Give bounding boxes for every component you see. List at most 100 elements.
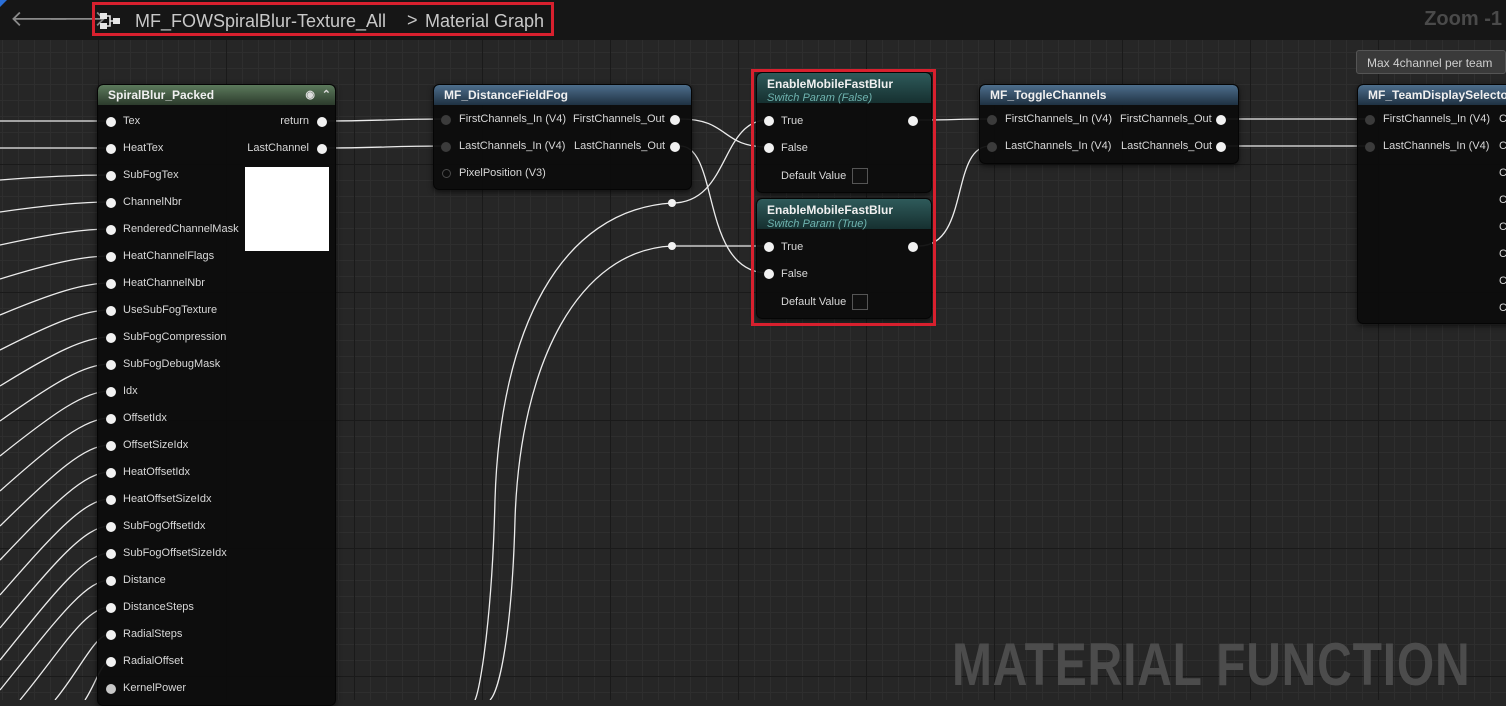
input-pin[interactable] [1365,142,1375,152]
input-pin[interactable] [442,169,451,178]
pin-label: FirstChannels_Out [1120,113,1212,125]
input-pin[interactable] [106,414,116,424]
pin-label: Ch [1499,194,1506,206]
node-switch-param-false[interactable]: EnableMobileFastBlur Switch Param (False… [756,72,932,193]
node-header[interactable]: MF_DistanceFieldFog [434,85,691,105]
input-pin[interactable] [106,630,116,640]
input-pin[interactable] [106,549,116,559]
pin-label: FirstChannels_In (V4) [1383,113,1490,125]
input-pin[interactable] [106,441,116,451]
pin-label: UseSubFogTexture [123,304,218,316]
output-pin[interactable] [908,242,918,252]
node-header[interactable]: MF_TeamDisplaySelector [1358,85,1506,105]
output-pin[interactable] [670,142,680,152]
collapse-icon[interactable]: ⌃ [322,85,331,105]
pin-label: OffsetIdx [123,412,167,424]
input-pin[interactable] [106,144,116,154]
pin-label: RenderedChannelMask [123,223,239,235]
pin-label: LastChannels_In (V4) [1005,140,1112,152]
node-title: SpiralBlur_Packed [108,88,215,102]
pin-label: Idx [123,385,138,397]
node-title: EnableMobileFastBlur [767,77,894,91]
input-pin[interactable] [106,684,116,694]
pin-label: SubFogTex [123,169,179,181]
input-pin[interactable] [106,603,116,613]
input-pin[interactable] [106,657,116,667]
node-header[interactable]: SpiralBlur_Packed ◉ ⌃ [98,85,335,105]
pin-label: HeatChannelFlags [123,250,215,262]
pin-label: LastChannels_Out [1121,140,1213,152]
input-pin[interactable] [106,252,116,262]
output-pin[interactable] [317,117,327,127]
node-header[interactable]: EnableMobileFastBlur Switch Param (False… [757,73,931,104]
pin-label: SubFogOffsetIdx [123,520,206,532]
output-pin[interactable] [1216,142,1226,152]
node-switch-param-true[interactable]: EnableMobileFastBlur Switch Param (True)… [756,198,932,319]
pin-label: LastChannels_In (V4) [1383,140,1490,152]
node-header[interactable]: MF_ToggleChannels [980,85,1238,105]
pin-label: RadialSteps [123,628,183,640]
input-pin[interactable] [106,495,116,505]
output-pin[interactable] [670,115,680,125]
pin-label: HeatTex [123,142,164,154]
default-value-checkbox[interactable] [852,168,868,184]
input-pin[interactable] [441,115,451,125]
pin-label: HeatChannelNbr [123,277,205,289]
pin-label: HeatOffsetSizeIdx [123,493,212,505]
input-pin[interactable] [106,468,116,478]
input-pin[interactable] [764,242,774,252]
input-pin[interactable] [764,143,774,153]
node-header[interactable]: EnableMobileFastBlur Switch Param (True) [757,199,931,230]
pin-label: Ch [1499,302,1506,314]
input-pin[interactable] [987,115,997,125]
node-mf-distancefieldfog[interactable]: MF_DistanceFieldFog FirstChannels_In (V4… [433,84,692,190]
input-pin[interactable] [106,576,116,586]
pin-label: Ch [1499,167,1506,179]
pin-label: SubFogOffsetSizeIdx [123,547,227,559]
breadcrumb-asset[interactable]: MF_FOWSpiralBlur-Texture_All [135,11,386,32]
node-mf-teamdisplayselector[interactable]: MF_TeamDisplaySelector FirstChannels_In … [1357,84,1506,324]
default-value-checkbox[interactable] [852,294,868,310]
input-pin[interactable] [106,171,116,181]
arrow-left-icon[interactable]: 🡐 [10,6,69,32]
node-subtitle: Switch Param (False) [767,92,873,104]
pin-label: LastChannels_In (V4) [459,140,566,152]
output-pin[interactable] [908,116,918,126]
breadcrumb-graph[interactable]: Material Graph [425,11,544,32]
breadcrumb-separator: > [407,10,418,30]
pin-label: False [781,268,808,280]
pin-label: FirstChannels_In (V4) [1005,113,1112,125]
output-pin[interactable] [1216,115,1226,125]
pin-label: OffsetSizeIdx [123,439,189,451]
pin-label: PixelPosition (V3) [459,167,546,179]
input-pin[interactable] [106,279,116,289]
pin-label: return [280,115,309,127]
texture-preview [245,167,329,251]
input-pin[interactable] [764,116,774,126]
graph-icon [100,13,120,29]
input-pin[interactable] [106,198,116,208]
input-pin[interactable] [987,142,997,152]
node-title: MF_ToggleChannels [990,88,1107,102]
node-title: MF_DistanceFieldFog [444,88,569,102]
node-spiralblur-packed[interactable]: SpiralBlur_Packed ◉ ⌃ Tex HeatTex SubFogTe… [97,84,336,706]
input-pin[interactable] [441,142,451,152]
input-pin[interactable] [106,333,116,343]
input-pin[interactable] [106,117,116,127]
input-pin[interactable] [1365,115,1375,125]
node-mf-togglechannels[interactable]: MF_ToggleChannels FirstChannels_In (V4) … [979,84,1239,164]
zoom-level: Zoom -1 [1424,8,1502,30]
pin-label: Default Value [781,296,847,308]
arrow-right-icon[interactable]: 🡒 [48,6,107,32]
input-pin[interactable] [764,269,774,279]
input-pin[interactable] [106,360,116,370]
output-pin[interactable] [317,144,327,154]
input-pin[interactable] [106,387,116,397]
node-title: MF_TeamDisplaySelector [1368,88,1506,102]
input-pin[interactable] [106,306,116,316]
pin-label: DistanceSteps [123,601,194,613]
pin-label: Ch [1499,113,1506,125]
input-pin[interactable] [106,225,116,235]
input-pin[interactable] [106,522,116,532]
node-preview-toggle-icon[interactable]: ◉ [305,85,315,105]
